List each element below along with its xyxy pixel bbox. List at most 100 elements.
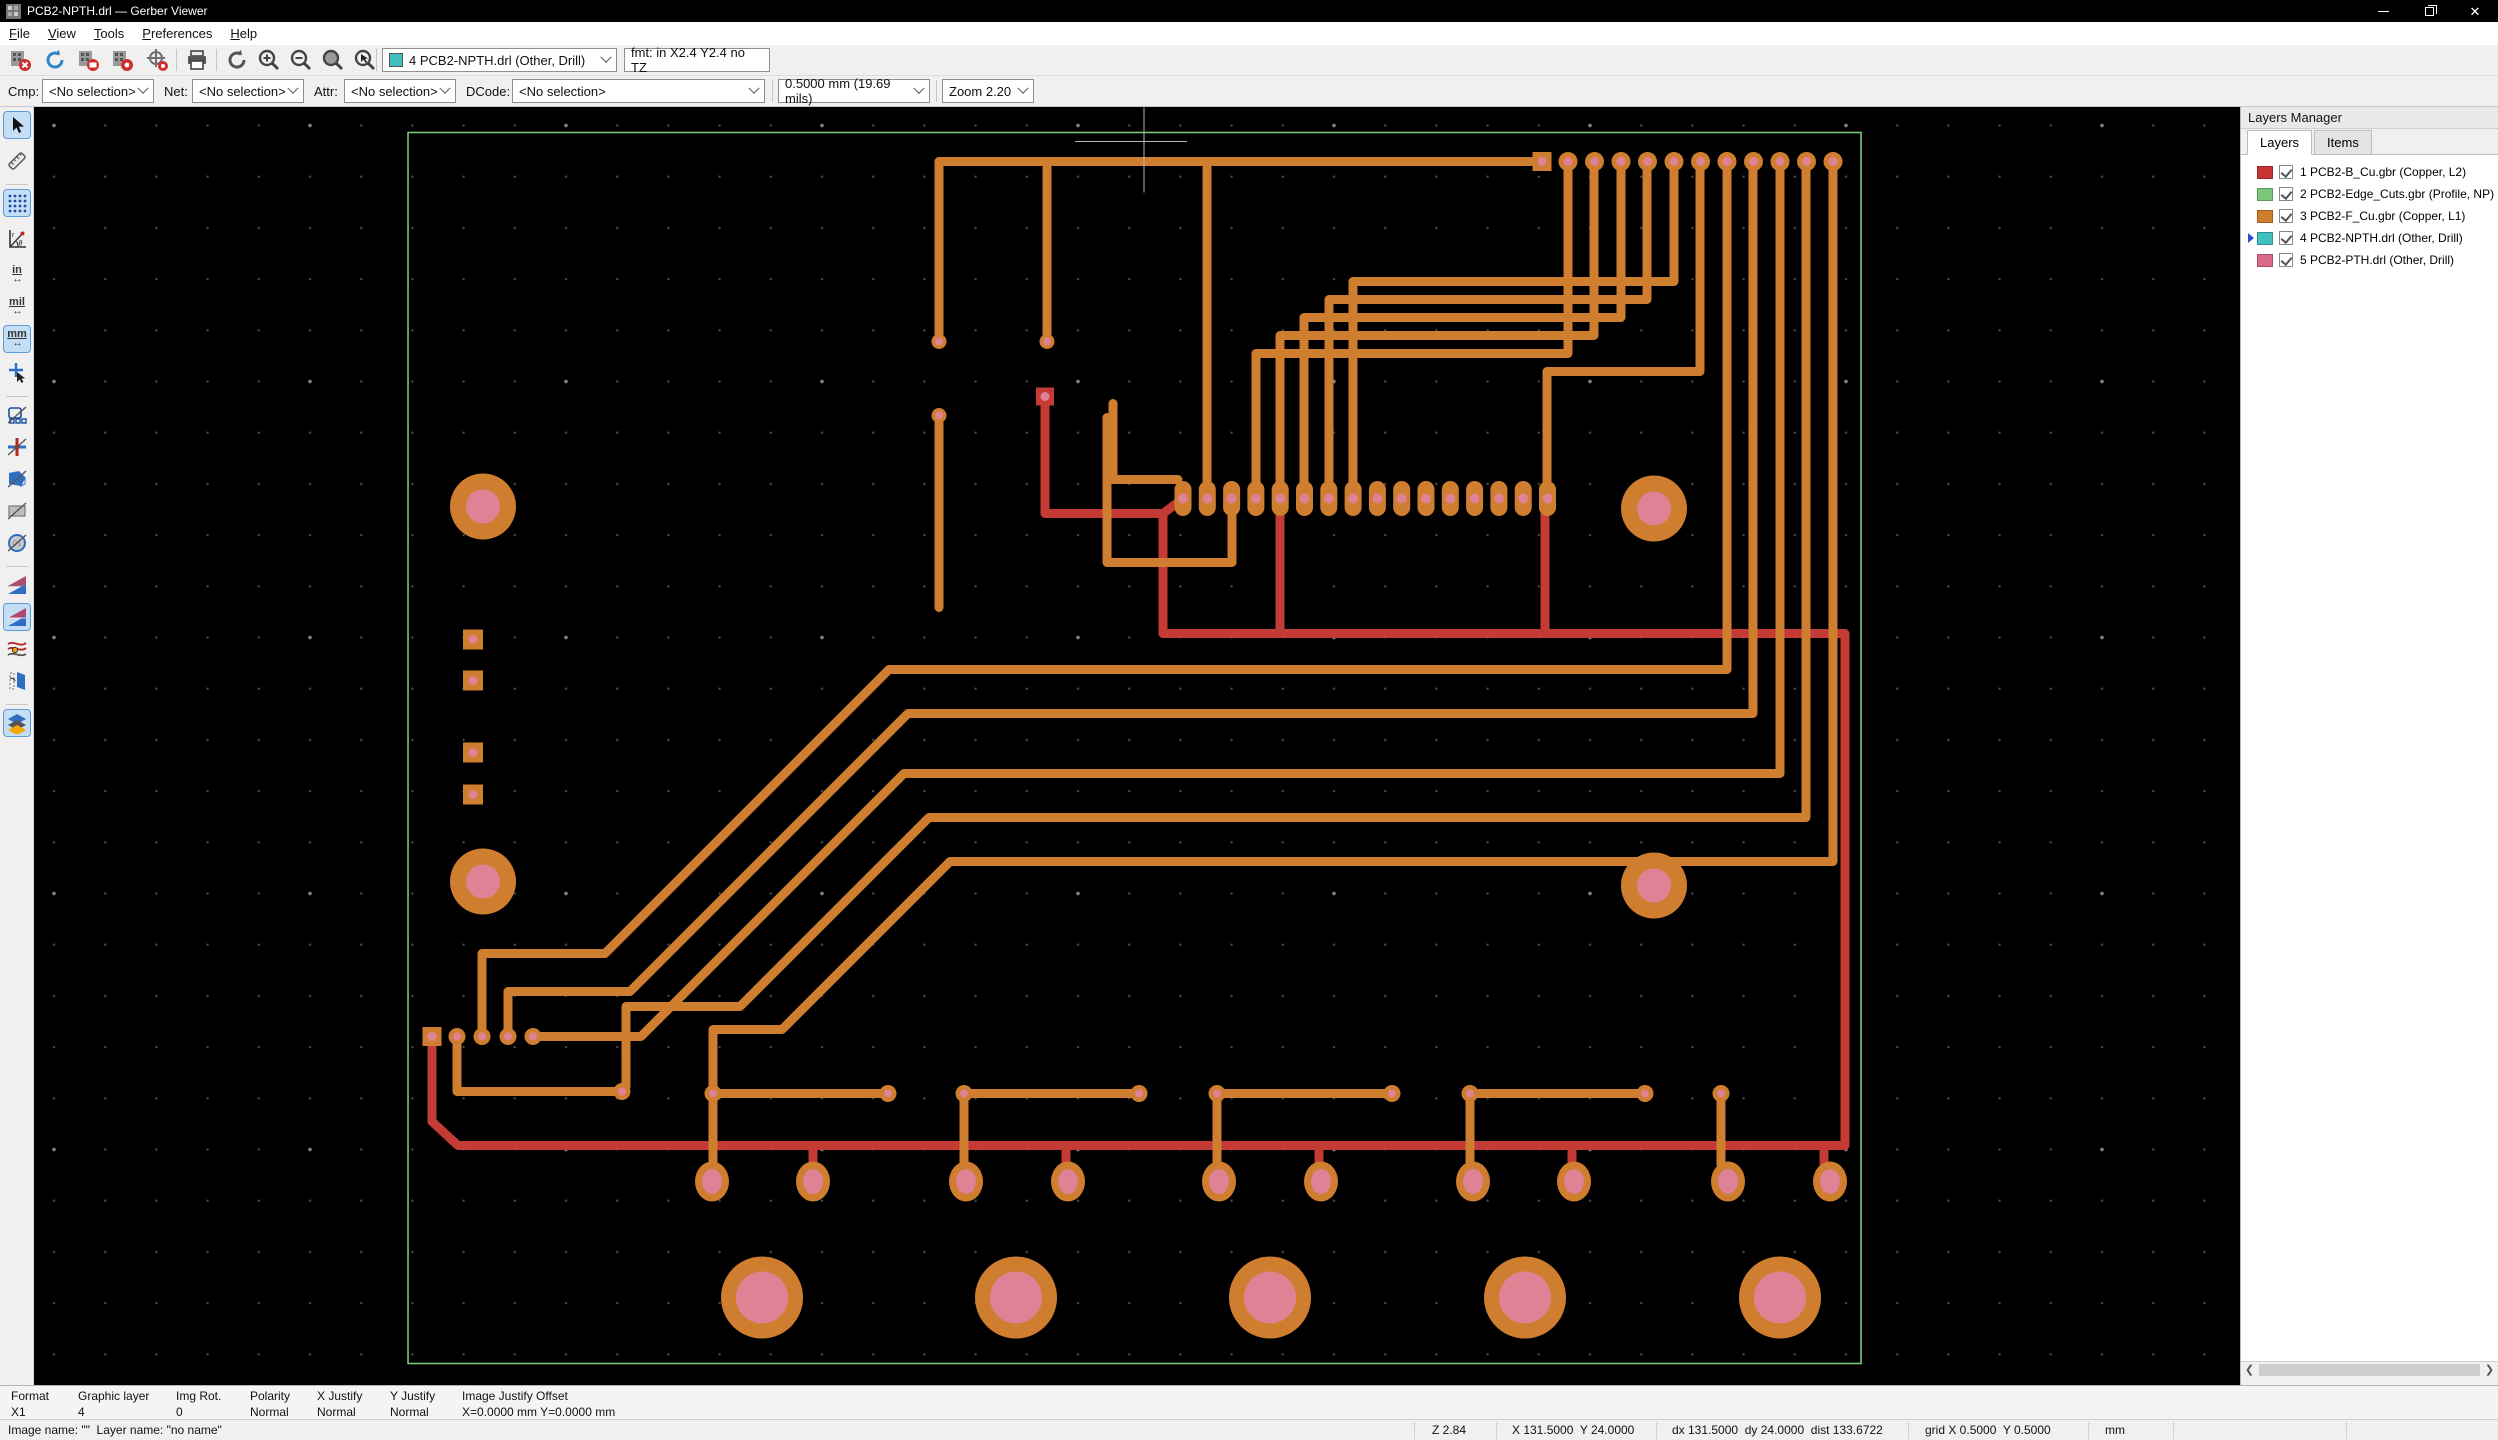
drill-hole	[504, 1033, 512, 1041]
menu-view[interactable]: View	[39, 23, 85, 44]
info-field: Img Rot.0	[176, 1389, 221, 1419]
sketch-lines[interactable]	[4, 434, 30, 460]
minimize-button[interactable]	[2360, 0, 2406, 22]
chevron-down-icon	[748, 83, 759, 94]
restore-button[interactable]	[2406, 0, 2452, 22]
highlight-mode[interactable]	[4, 636, 30, 662]
open-gerber-file-icon[interactable]	[76, 47, 102, 73]
layer-color-swatch[interactable]	[2257, 210, 2273, 223]
layer-visibility-checkbox[interactable]	[2279, 209, 2293, 223]
scroll-left-icon[interactable]: ❮	[2241, 1363, 2258, 1376]
print-icon[interactable]	[184, 47, 210, 73]
drill-hole	[1776, 157, 1785, 166]
active-layer-dropdown[interactable]: 4 PCB2-NPTH.drl (Other, Drill)	[382, 48, 617, 72]
sketch-flashed-items[interactable]	[4, 402, 30, 428]
layer-color-swatch[interactable]	[2257, 188, 2273, 201]
measure-tool[interactable]	[4, 148, 30, 174]
filter-toolbar: Cmp: <No selection> Net: <No selection> …	[0, 76, 2498, 107]
drill-hole	[1466, 1090, 1474, 1098]
menu-file[interactable]: File	[0, 23, 39, 44]
scroll-right-icon[interactable]: ❯	[2481, 1363, 2498, 1376]
layer-row[interactable]: 2 PCB2-Edge_Cuts.gbr (Profile, NP)	[2241, 183, 2498, 205]
drill-hole	[1564, 157, 1573, 166]
drill-hole	[990, 1272, 1042, 1324]
grid-toggle[interactable]	[4, 190, 30, 216]
dcode-dropdown[interactable]: <No selection>	[512, 79, 765, 103]
xor-mode[interactable]	[4, 604, 30, 630]
menu-preferences[interactable]: Preferences	[133, 23, 221, 44]
active-layer-swatch	[389, 53, 403, 67]
pcb-canvas[interactable]	[34, 107, 2240, 1385]
show-negative-objects[interactable]	[4, 498, 30, 524]
layer-visibility-checkbox[interactable]	[2279, 187, 2293, 201]
layer-row[interactable]: 5 PCB2-PTH.drl (Other, Drill)	[2241, 249, 2498, 271]
diff-mode[interactable]	[4, 572, 30, 598]
tab-items[interactable]: Items	[2314, 130, 2372, 154]
menu-tools[interactable]: Tools	[85, 23, 133, 44]
close-button[interactable]: ✕	[2452, 0, 2498, 22]
attr-dropdown[interactable]: <No selection>	[344, 79, 456, 103]
layer-visibility-checkbox[interactable]	[2279, 253, 2293, 267]
drill-hole	[1311, 1169, 1331, 1194]
dcode-label: DCode:	[466, 84, 510, 99]
layer-visibility-checkbox[interactable]	[2279, 231, 2293, 245]
drill-hole	[1202, 494, 1212, 504]
clear-all-layers-icon[interactable]	[8, 47, 34, 73]
units-inches[interactable]: in↔	[4, 262, 30, 288]
drill-hole	[529, 1033, 537, 1041]
sketch-polygons[interactable]	[4, 466, 30, 492]
open-drill-file-icon[interactable]	[110, 47, 136, 73]
drill-hole	[1829, 157, 1838, 166]
layer-label: 4 PCB2-NPTH.drl (Other, Drill)	[2300, 231, 2463, 245]
drill-hole	[935, 338, 943, 346]
zoom-selection-icon[interactable]	[352, 47, 378, 73]
units-mils[interactable]: mil↔	[4, 294, 30, 320]
tab-layers[interactable]: Layers	[2247, 130, 2312, 155]
drill-hole	[1718, 1169, 1738, 1194]
drill-hole	[803, 1169, 823, 1194]
layers-manager-panel: Layers Manager Layers Items 1 PCB2-B_Cu.…	[2240, 107, 2498, 1385]
layer-color-swatch[interactable]	[2257, 166, 2273, 179]
layer-row[interactable]: 4 PCB2-NPTH.drl (Other, Drill)	[2241, 227, 2498, 249]
layer-row[interactable]: 3 PCB2-F_Cu.gbr (Copper, L1)	[2241, 205, 2498, 227]
scrollbar-thumb[interactable]	[2259, 1364, 2480, 1376]
reload-all-layers-icon[interactable]	[42, 47, 68, 73]
cmp-dropdown[interactable]: <No selection>	[42, 79, 154, 103]
units-readout: mm	[2105, 1423, 2125, 1437]
cursor-position: X 131.5000 Y 24.0000	[1512, 1423, 1634, 1437]
drill-hole	[469, 635, 478, 644]
select-tool[interactable]	[4, 112, 30, 138]
net-label: Net:	[164, 84, 188, 99]
menu-help[interactable]: Help	[221, 23, 266, 44]
cursor-shape[interactable]	[4, 360, 30, 386]
units-mm[interactable]: mm↔	[4, 326, 30, 352]
grid-size-dropdown[interactable]: 0.5000 mm (19.69 mils)	[778, 79, 930, 103]
layers-panel-scrollbar[interactable]: ❮ ❯	[2241, 1361, 2498, 1377]
layer-label: 5 PCB2-PTH.drl (Other, Drill)	[2300, 253, 2454, 267]
cmp-label: Cmp:	[8, 84, 39, 99]
zoom-in-icon[interactable]	[256, 47, 282, 73]
zoom-fit-icon[interactable]	[320, 47, 346, 73]
drill-hole	[935, 412, 943, 420]
zoom-level-dropdown[interactable]: Zoom 2.20	[942, 79, 1034, 103]
attr-label: Attr:	[314, 84, 338, 99]
menu-bar: File View Tools Preferences Help	[0, 22, 2498, 45]
title-bar: PCB2-NPTH.drl — Gerber Viewer ✕	[0, 0, 2498, 22]
redraw-view-icon[interactable]	[224, 47, 250, 73]
drill-hole	[736, 1272, 788, 1324]
net-dropdown[interactable]: <No selection>	[192, 79, 304, 103]
layer-color-swatch[interactable]	[2257, 232, 2273, 245]
drill-hole	[1696, 157, 1705, 166]
show-dcodes[interactable]: 01	[4, 530, 30, 556]
drill-hole	[453, 1033, 461, 1041]
reload-current-layer-icon[interactable]	[144, 47, 170, 73]
layers-manager-toggle[interactable]	[4, 710, 30, 736]
layer-visibility-checkbox[interactable]	[2279, 165, 2293, 179]
zoom-out-icon[interactable]	[288, 47, 314, 73]
drill-hole	[1470, 494, 1480, 504]
polar-coords[interactable]: rθ	[4, 226, 30, 252]
layer-color-swatch[interactable]	[2257, 254, 2273, 267]
flip-view[interactable]	[4, 668, 30, 694]
layer-row[interactable]: 1 PCB2-B_Cu.gbr (Copper, L2)	[2241, 161, 2498, 183]
relative-position: dx 131.5000 dy 24.0000 dist 133.6722	[1672, 1423, 1883, 1437]
